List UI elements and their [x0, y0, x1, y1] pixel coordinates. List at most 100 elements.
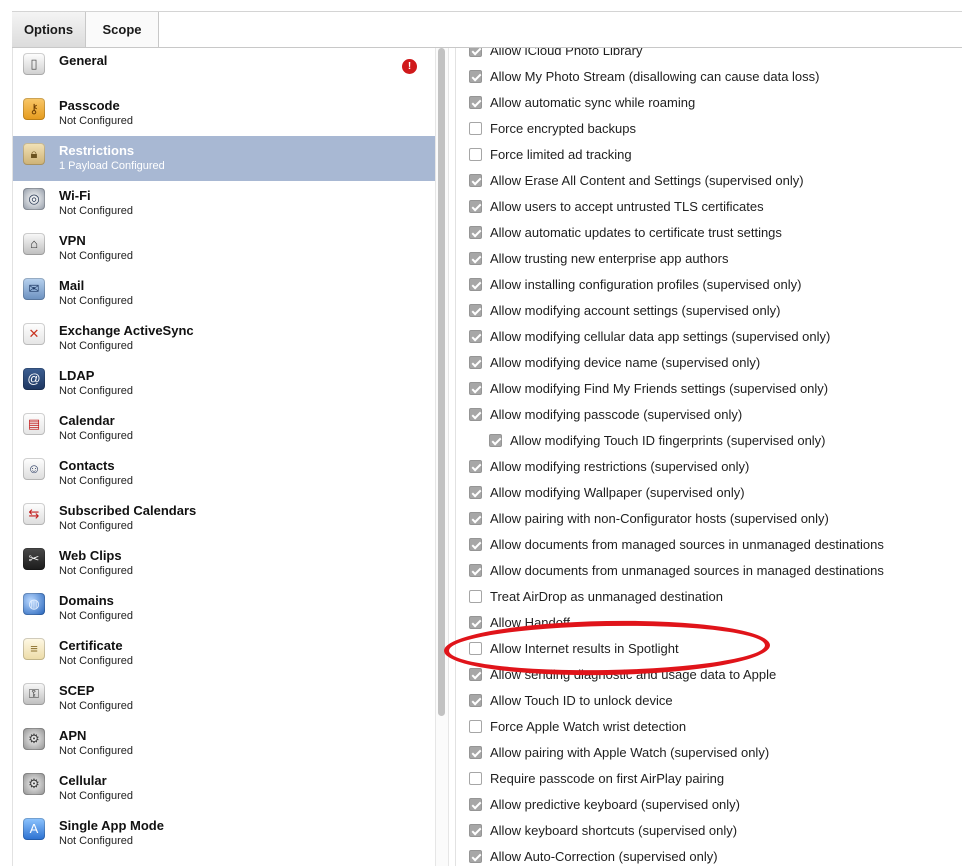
- restriction-row[interactable]: Allow trusting new enterprise app author…: [456, 246, 962, 272]
- restriction-checkbox[interactable]: [469, 122, 482, 135]
- restriction-checkbox[interactable]: [469, 330, 482, 343]
- restriction-checkbox[interactable]: [469, 70, 482, 83]
- restriction-checkbox[interactable]: [469, 96, 482, 109]
- restriction-row[interactable]: Allow pairing with non-Configurator host…: [456, 506, 962, 532]
- vpn-lock-icon: ⌂: [23, 233, 45, 255]
- restriction-checkbox[interactable]: [469, 616, 482, 629]
- restriction-checkbox[interactable]: [469, 772, 482, 785]
- restriction-label: Allow predictive keyboard (supervised on…: [490, 797, 741, 812]
- restriction-checkbox[interactable]: [469, 746, 482, 759]
- restriction-row[interactable]: Allow users to accept untrusted TLS cert…: [456, 194, 962, 220]
- restriction-row[interactable]: Allow iCloud Photo Library: [456, 48, 962, 64]
- sidebar-item-general[interactable]: ▯ General!: [13, 48, 436, 91]
- restriction-checkbox[interactable]: [469, 590, 482, 603]
- gear-icon: ⚙: [23, 773, 45, 795]
- restriction-row[interactable]: Allow pairing with Apple Watch (supervis…: [456, 740, 962, 766]
- restriction-row[interactable]: Allow modifying Wallpaper (supervised on…: [456, 480, 962, 506]
- restriction-row[interactable]: Allow installing configuration profiles …: [456, 272, 962, 298]
- restriction-checkbox[interactable]: [469, 278, 482, 291]
- sidebar-item-title: Web Clips: [59, 548, 122, 563]
- restriction-checkbox[interactable]: [469, 564, 482, 577]
- restriction-checkbox[interactable]: [469, 148, 482, 161]
- restriction-row[interactable]: Allow keyboard shortcuts (supervised onl…: [456, 818, 962, 844]
- restriction-row[interactable]: Require passcode on first AirPlay pairin…: [456, 766, 962, 792]
- globe-icon: ◍: [23, 593, 45, 615]
- restriction-row[interactable]: Allow modifying Touch ID fingerprints (s…: [456, 428, 962, 454]
- restriction-checkbox[interactable]: [469, 252, 482, 265]
- restriction-row[interactable]: Allow Handoff: [456, 610, 962, 636]
- restriction-checkbox[interactable]: [469, 720, 482, 733]
- restriction-row[interactable]: Force encrypted backups: [456, 116, 962, 142]
- restriction-checkbox[interactable]: [469, 382, 482, 395]
- restriction-checkbox[interactable]: [469, 824, 482, 837]
- restriction-checkbox[interactable]: [469, 174, 482, 187]
- sidebar-item-mail[interactable]: ✉ Mail Not Configured: [13, 271, 436, 316]
- stamp-icon: ✉: [23, 278, 45, 300]
- sidebar-item-passcode[interactable]: ⚷ Passcode Not Configured: [13, 91, 436, 136]
- restriction-row[interactable]: Allow sending diagnostic and usage data …: [456, 662, 962, 688]
- sidebar-item-web-clips[interactable]: ✂ Web Clips Not Configured: [13, 541, 436, 586]
- restriction-checkbox[interactable]: [469, 694, 482, 707]
- sidebar-item-certificate[interactable]: ≡ Certificate Not Configured: [13, 631, 436, 676]
- gear-icon: ⚙: [23, 728, 45, 750]
- restriction-row[interactable]: Treat AirDrop as unmanaged destination: [456, 584, 962, 610]
- sidebar-item-vpn[interactable]: ⌂ VPN Not Configured: [13, 226, 436, 271]
- sidebar-item-apn[interactable]: ⚙ APN Not Configured: [13, 721, 436, 766]
- restriction-row[interactable]: Allow modifying restrictions (supervised…: [456, 454, 962, 480]
- sidebar-item-scep[interactable]: ⚿ SCEP Not Configured: [13, 676, 436, 721]
- sidebar-item-restrictions[interactable]: 🔒︎ Restrictions 1 Payload Configured: [13, 136, 436, 181]
- restriction-label: Allow modifying Touch ID fingerprints (s…: [510, 433, 826, 448]
- restriction-row[interactable]: Allow documents from managed sources in …: [456, 532, 962, 558]
- sidebar-item-title: Passcode: [59, 98, 120, 113]
- sidebar-scrollbar-thumb[interactable]: [438, 48, 445, 716]
- alert-icon[interactable]: !: [402, 59, 417, 74]
- restriction-row[interactable]: Allow Touch ID to unlock device: [456, 688, 962, 714]
- tab-scope[interactable]: Scope: [86, 12, 159, 47]
- restriction-checkbox[interactable]: [469, 642, 482, 655]
- restriction-row[interactable]: Allow predictive keyboard (supervised on…: [456, 792, 962, 818]
- restriction-checkbox[interactable]: [469, 408, 482, 421]
- restriction-checkbox[interactable]: [469, 668, 482, 681]
- scissors-icon: ✂: [23, 548, 45, 570]
- sidebar-item-domains[interactable]: ◍ Domains Not Configured: [13, 586, 436, 631]
- restriction-label: Allow modifying cellular data app settin…: [490, 329, 831, 344]
- restriction-checkbox[interactable]: [469, 512, 482, 525]
- restriction-row[interactable]: Allow modifying device name (supervised …: [456, 350, 962, 376]
- restriction-checkbox[interactable]: [469, 850, 482, 863]
- tab-options[interactable]: Options: [12, 12, 86, 47]
- restriction-checkbox[interactable]: [469, 304, 482, 317]
- restriction-checkbox[interactable]: [469, 798, 482, 811]
- sidebar-item-ldap[interactable]: @ LDAP Not Configured: [13, 361, 436, 406]
- restriction-checkbox[interactable]: [469, 48, 482, 57]
- sidebar-item-wi-fi[interactable]: ◎ Wi-Fi Not Configured: [13, 181, 436, 226]
- restriction-row[interactable]: Allow Erase All Content and Settings (su…: [456, 168, 962, 194]
- restriction-checkbox[interactable]: [469, 486, 482, 499]
- restriction-row[interactable]: Allow documents from unmanaged sources i…: [456, 558, 962, 584]
- restriction-row[interactable]: Allow modifying Find My Friends settings…: [456, 376, 962, 402]
- restriction-row[interactable]: Force Apple Watch wrist detection: [456, 714, 962, 740]
- restriction-checkbox[interactable]: [469, 356, 482, 369]
- restriction-row[interactable]: Allow Internet results in Spotlight: [456, 636, 962, 662]
- sidebar-item-contacts[interactable]: ☺ Contacts Not Configured: [13, 451, 436, 496]
- restriction-row[interactable]: Allow Auto-Correction (supervised only): [456, 844, 962, 866]
- sidebar-item-subscribed-calendars[interactable]: ⇆ Subscribed Calendars Not Configured: [13, 496, 436, 541]
- restriction-row[interactable]: Allow modifying passcode (supervised onl…: [456, 402, 962, 428]
- restriction-row[interactable]: Allow automatic updates to certificate t…: [456, 220, 962, 246]
- restriction-checkbox[interactable]: [469, 460, 482, 473]
- sidebar-item-calendar[interactable]: ▤ Calendar Not Configured: [13, 406, 436, 451]
- sidebar-item-title: Certificate: [59, 638, 123, 653]
- restriction-row[interactable]: Allow modifying account settings (superv…: [456, 298, 962, 324]
- restriction-row[interactable]: Allow automatic sync while roaming: [456, 90, 962, 116]
- restriction-row[interactable]: Allow My Photo Stream (disallowing can c…: [456, 64, 962, 90]
- restriction-row[interactable]: Allow modifying cellular data app settin…: [456, 324, 962, 350]
- sidebar-item-status: Not Configured: [59, 340, 133, 352]
- restriction-row[interactable]: Force limited ad tracking: [456, 142, 962, 168]
- restriction-checkbox[interactable]: [489, 434, 502, 447]
- sidebar-item-cellular[interactable]: ⚙ Cellular Not Configured: [13, 766, 436, 811]
- sidebar-item-exchange-activesync[interactable]: ✕ Exchange ActiveSync Not Configured: [13, 316, 436, 361]
- sidebar-item-single-app-mode[interactable]: A Single App Mode Not Configured: [13, 811, 436, 856]
- restriction-checkbox[interactable]: [469, 226, 482, 239]
- sidebar-item-status: Not Configured: [59, 745, 133, 757]
- restriction-checkbox[interactable]: [469, 200, 482, 213]
- restriction-checkbox[interactable]: [469, 538, 482, 551]
